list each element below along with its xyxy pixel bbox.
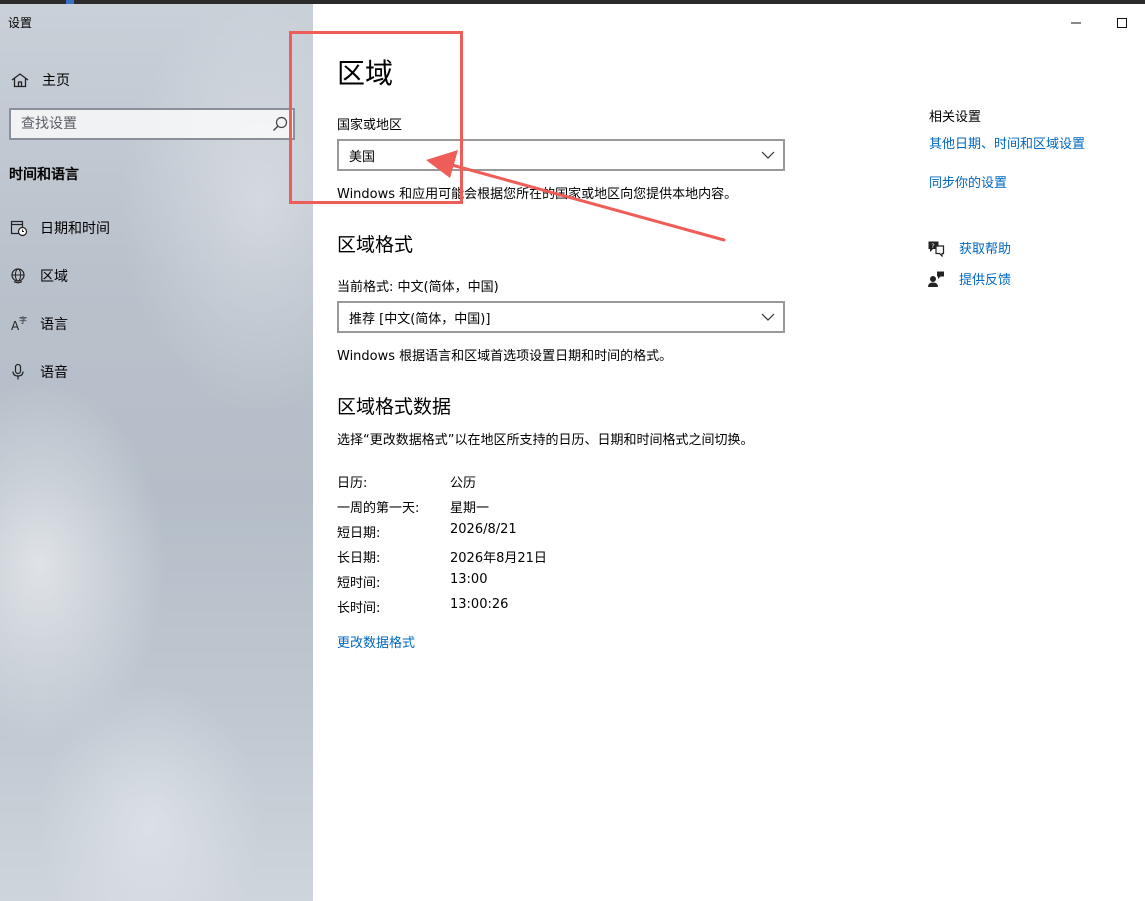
sidebar-item-label: 语音 — [40, 365, 68, 381]
format-heading: 区域格式 — [337, 234, 414, 256]
section-label: 时间和语言 — [9, 167, 79, 183]
annotation-highlight-box — [289, 31, 463, 204]
row-value: 2026年8月21日 — [450, 551, 547, 566]
minimize-button[interactable] — [1053, 8, 1099, 38]
format-data-row: 长时间: 13:00:26 — [337, 597, 737, 617]
row-value: 13:00 — [450, 572, 488, 587]
maximize-button[interactable] — [1099, 8, 1145, 38]
language-icon: A 字 — [11, 315, 27, 333]
format-data-heading: 区域格式数据 — [337, 396, 452, 418]
maximize-icon — [1117, 18, 1127, 28]
microphone-icon — [12, 363, 24, 380]
related-settings-title: 相关设置 — [929, 110, 982, 125]
search-box[interactable] — [9, 108, 295, 140]
row-key: 短日期: — [337, 526, 381, 541]
format-selected: 推荐 [中文(简体，中国)] — [349, 311, 491, 327]
search-input[interactable] — [11, 109, 271, 139]
calendar-clock-icon — [10, 220, 28, 237]
row-value: 13:00:26 — [450, 597, 509, 612]
sidebar-item-label: 区域 — [40, 269, 68, 285]
format-data-row: 一周的第一天: 星期一 — [337, 497, 737, 517]
globe-icon — [11, 268, 25, 284]
sidebar-item-region[interactable]: 区域 — [10, 264, 300, 288]
sidebar-item-label: 语言 — [40, 317, 68, 333]
feedback-row[interactable]: 提供反馈 — [927, 269, 1011, 288]
format-data-description: 选择“更改数据格式”以在地区所支持的日历、日期和时间格式之间切换。 — [337, 433, 754, 448]
nav-home-label: 主页 — [42, 73, 70, 89]
chevron-down-icon — [761, 151, 775, 159]
svg-text:?: ? — [931, 241, 934, 249]
row-key: 短时间: — [337, 576, 381, 591]
other-date-time-region-link[interactable]: 其他日期、时间和区域设置 — [929, 133, 1085, 152]
row-value: 星期一 — [450, 501, 490, 516]
current-format-label: 当前格式: 中文(简体，中国) — [337, 280, 499, 295]
home-icon — [11, 73, 29, 88]
get-help-row[interactable]: ? 获取帮助 — [927, 238, 1011, 257]
search-icon[interactable] — [271, 115, 289, 133]
sidebar-item-label: 日期和时间 — [40, 221, 110, 237]
row-key: 日历: — [337, 476, 368, 491]
minimize-icon — [1071, 22, 1081, 24]
format-data-row: 长日期: 2026年8月21日 — [337, 547, 737, 567]
change-data-format-link[interactable]: 更改数据格式 — [337, 632, 415, 651]
feedback-link[interactable]: 提供反馈 — [959, 269, 1011, 288]
row-value: 公历 — [450, 476, 477, 491]
feedback-icon — [928, 271, 944, 287]
row-key: 长日期: — [337, 551, 381, 566]
format-data-row: 日历: 公历 — [337, 472, 737, 492]
chevron-down-icon — [761, 313, 775, 321]
sidebar-item-language[interactable]: A 字 语言 — [10, 312, 300, 336]
sidebar-item-date-time[interactable]: 日期和时间 — [10, 216, 300, 240]
sidebar: 设置 主页 时间和语言 日期和时间 — [0, 4, 313, 901]
row-key: 长时间: — [337, 601, 381, 616]
svg-text:字: 字 — [19, 315, 27, 325]
settings-window: 设置 主页 时间和语言 日期和时间 — [0, 0, 1145, 901]
help-chat-icon: ? — [928, 241, 945, 257]
format-dropdown[interactable]: 推荐 [中文(简体，中国)] — [337, 301, 785, 333]
sync-settings-link[interactable]: 同步你的设置 — [929, 172, 1007, 191]
window-controls — [1053, 8, 1145, 38]
format-data-row: 短日期: 2026/8/21 — [337, 522, 737, 542]
format-description: Windows 根据语言和区域首选项设置日期和时间的格式。 — [337, 349, 673, 364]
row-key: 一周的第一天: — [337, 501, 420, 516]
row-value: 2026/8/21 — [450, 522, 517, 537]
format-data-row: 短时间: 13:00 — [337, 572, 737, 592]
nav-home[interactable]: 主页 — [10, 68, 290, 92]
app-title: 设置 — [8, 16, 33, 30]
get-help-link[interactable]: 获取帮助 — [959, 238, 1011, 257]
sidebar-item-speech[interactable]: 语音 — [10, 360, 300, 384]
